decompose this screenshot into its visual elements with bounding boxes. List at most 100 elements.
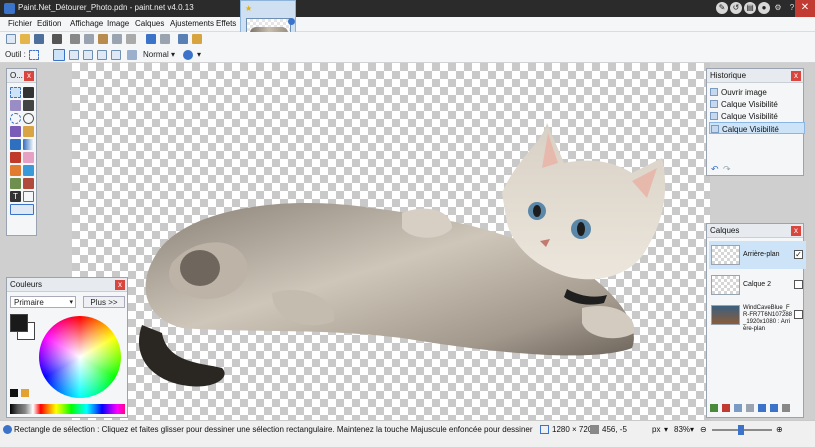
layer-name: WindCaveBlue_FR-FR7T6N107288_1920x1080 :… — [743, 305, 793, 332]
default-colors-icon[interactable] — [10, 389, 18, 397]
color-mode-select[interactable]: Primaire ▾ — [10, 296, 76, 308]
selection-mode-union-icon[interactable] — [69, 50, 79, 60]
menu-edition[interactable]: Edition — [37, 19, 61, 28]
menu-image[interactable]: Image — [107, 19, 129, 28]
text-tool-icon[interactable]: T — [10, 191, 21, 202]
cut-icon[interactable] — [70, 34, 80, 44]
paste-icon[interactable] — [98, 34, 108, 44]
delete-layer-icon[interactable] — [722, 404, 730, 412]
history-item[interactable]: Ouvrir image — [709, 86, 805, 98]
alpha-blending-icon[interactable] — [183, 50, 193, 60]
clone-stamp-tool-icon[interactable] — [10, 178, 21, 189]
chevron-down-icon[interactable]: ▾ — [171, 50, 175, 59]
history-item[interactable]: Calque Visibilité — [709, 98, 805, 110]
settings-gear-icon[interactable]: ⚙ — [772, 2, 784, 14]
layer-properties-icon[interactable] — [782, 404, 790, 412]
lasso-tool-icon[interactable] — [10, 100, 21, 111]
menu-calques[interactable]: Calques — [135, 19, 164, 28]
layers-toggle-icon[interactable]: ▤ — [744, 2, 756, 14]
menu-fichier[interactable]: Fichier — [8, 19, 32, 28]
line-curve-tool-icon[interactable] — [23, 191, 34, 202]
selection-mode-exclude-icon[interactable] — [83, 50, 93, 60]
ruler-icon[interactable] — [192, 34, 202, 44]
layer-visibility-checkbox[interactable]: ✓ — [794, 250, 803, 259]
layer-thumbnail — [711, 275, 740, 295]
layer-row[interactable]: Arrière-plan ✓ — [709, 241, 806, 269]
chevron-down-icon[interactable]: ▾ — [197, 50, 201, 59]
layer-row[interactable]: Calque 2 — [709, 271, 806, 299]
move-selected-tool-icon[interactable] — [23, 87, 34, 98]
copy-icon[interactable] — [84, 34, 94, 44]
close-window-button[interactable]: ✕ — [795, 0, 815, 17]
history-item[interactable]: Calque Visibilité — [709, 110, 805, 122]
open-folder-icon[interactable] — [20, 34, 30, 44]
duplicate-layer-icon[interactable] — [734, 404, 742, 412]
color-wheel[interactable] — [39, 316, 121, 398]
cursor-position: 456, -5 — [602, 425, 627, 434]
zoom-out-icon[interactable]: ⊖ — [700, 425, 707, 434]
selection-mode-xor-icon[interactable] — [111, 50, 121, 60]
layers-panel-header: Calques x — [707, 224, 803, 238]
gradient-tool-icon[interactable] — [23, 139, 34, 150]
paint-bucket-tool-icon[interactable] — [10, 139, 21, 150]
colors-toggle-icon[interactable]: ● — [758, 2, 770, 14]
recolor-tool-icon[interactable] — [23, 178, 34, 189]
rectangle-select-tool-icon[interactable] — [29, 50, 39, 60]
palette-menu-icon[interactable] — [21, 389, 29, 397]
undo-icon[interactable] — [146, 34, 156, 44]
pan-tool-icon[interactable] — [23, 126, 34, 137]
undo-icon[interactable]: ↶ — [711, 164, 719, 175]
blend-mode-select[interactable]: Normal — [143, 50, 169, 59]
crop-icon[interactable] — [112, 34, 122, 44]
close-icon[interactable]: x — [791, 226, 801, 236]
print-icon[interactable] — [52, 34, 62, 44]
close-icon[interactable]: x — [115, 280, 125, 290]
rectangle-select-tool-icon[interactable] — [10, 87, 21, 98]
tab-list-icon[interactable] — [288, 18, 295, 25]
chevron-down-icon[interactable]: ▾ — [690, 425, 694, 434]
history-item-label: Calque Visibilité — [721, 112, 778, 121]
layer-row[interactable]: WindCaveBlue_FR-FR7T6N107288_1920x1080 :… — [709, 301, 806, 335]
zoom-tool-icon[interactable] — [23, 113, 34, 124]
add-layer-icon[interactable] — [710, 404, 718, 412]
primary-color-swatch[interactable] — [10, 314, 28, 332]
move-layer-up-icon[interactable] — [758, 404, 766, 412]
new-file-icon[interactable] — [6, 34, 16, 44]
magic-wand-tool-icon[interactable] — [10, 126, 21, 137]
history-toggle-icon[interactable]: ↺ — [730, 2, 742, 14]
zoom-slider-thumb[interactable] — [738, 425, 744, 435]
history-item-selected[interactable]: Calque Visibilité — [709, 122, 805, 134]
grid-icon[interactable] — [178, 34, 188, 44]
close-icon[interactable]: x — [791, 71, 801, 81]
menu-affichage[interactable]: Affichage — [70, 19, 103, 28]
color-picker-tool-icon[interactable] — [23, 165, 34, 176]
selection-mode-intersect-icon[interactable] — [97, 50, 107, 60]
merge-layer-icon[interactable] — [746, 404, 754, 412]
close-icon[interactable]: x — [24, 71, 34, 81]
save-icon[interactable] — [34, 34, 44, 44]
layer-visibility-checkbox[interactable] — [794, 280, 803, 289]
zoom-in-icon[interactable]: ⊕ — [776, 425, 783, 434]
eraser-tool-icon[interactable] — [23, 152, 34, 163]
chevron-down-icon[interactable]: ▾ — [664, 425, 668, 434]
redo-icon[interactable]: ↷ — [723, 164, 731, 175]
menu-effets[interactable]: Effets — [216, 19, 236, 28]
ellipse-select-tool-icon[interactable] — [10, 113, 21, 124]
paintbrush-tool-icon[interactable] — [10, 152, 21, 163]
redo-icon[interactable] — [160, 34, 170, 44]
shapes-tool-icon[interactable] — [10, 204, 34, 215]
antialias-icon[interactable] — [127, 50, 137, 60]
color-palette-strip[interactable] — [10, 404, 125, 414]
move-layer-down-icon[interactable] — [770, 404, 778, 412]
selection-mode-replace-icon[interactable] — [53, 49, 65, 61]
image-canvas[interactable] — [72, 63, 710, 420]
deselect-icon[interactable] — [126, 34, 136, 44]
layer-visibility-checkbox[interactable] — [794, 310, 803, 319]
move-selection-tool-icon[interactable] — [23, 100, 34, 111]
menu-ajustements[interactable]: Ajustements — [170, 19, 214, 28]
zoom-value[interactable]: 83% — [674, 425, 690, 434]
units-select[interactable]: px — [652, 425, 660, 434]
pencil-tool-icon[interactable] — [10, 165, 21, 176]
more-colors-button[interactable]: Plus >> — [83, 296, 125, 308]
tools-toggle-icon[interactable]: ✎ — [716, 2, 728, 14]
